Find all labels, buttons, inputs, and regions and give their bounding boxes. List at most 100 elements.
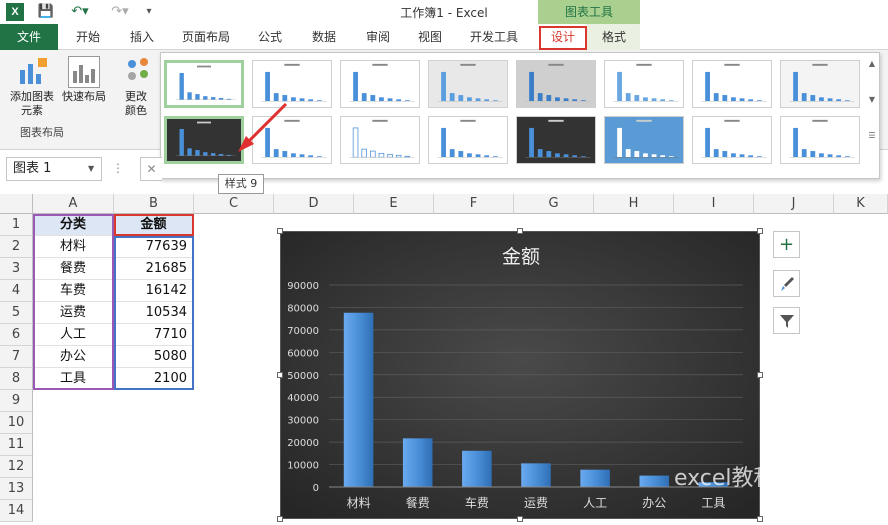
resize-handle[interactable] xyxy=(517,228,523,234)
amount-cell[interactable]: 5080 xyxy=(114,346,194,368)
y-tick-label: 70000 xyxy=(287,326,319,337)
column-header-E[interactable]: E xyxy=(354,194,434,214)
column-header-B[interactable]: B xyxy=(114,194,194,214)
resize-handle[interactable] xyxy=(757,516,763,522)
category-cell[interactable]: 人工 xyxy=(33,324,114,346)
category-cell[interactable]: 材料 xyxy=(33,236,114,258)
column-header-C[interactable]: C xyxy=(194,194,274,214)
amount-cell[interactable]: 7710 xyxy=(114,324,194,346)
bar xyxy=(580,469,610,487)
amount-cell[interactable]: 21685 xyxy=(114,258,194,280)
row-header-2[interactable]: 2 xyxy=(0,236,33,258)
row-header-3[interactable]: 3 xyxy=(0,258,33,280)
change-colors-icon[interactable] xyxy=(124,56,156,88)
chart-elements-plus-icon[interactable]: + xyxy=(773,231,800,258)
category-cell[interactable]: 餐费 xyxy=(33,258,114,280)
bar xyxy=(639,475,670,487)
bar xyxy=(462,450,492,487)
chart-style-thumbnail-6[interactable] xyxy=(604,60,684,108)
chart-style-thumbnail-4[interactable] xyxy=(428,60,508,108)
row-header-1[interactable]: 1 xyxy=(0,214,33,236)
chart-style-thumbnail-8[interactable] xyxy=(780,60,860,108)
header-cell-category[interactable]: 分类 xyxy=(33,214,114,236)
bar xyxy=(521,463,551,487)
chart-style-thumbnail-13[interactable] xyxy=(516,116,596,164)
x-tick-label: 车费 xyxy=(465,495,489,510)
gallery-scrollbar[interactable]: ▲ ▼ ☰ xyxy=(866,58,878,176)
column-header-J[interactable]: J xyxy=(754,194,834,214)
tab-page-layout[interactable]: 页面布局 xyxy=(174,24,238,50)
red-arrow-annotation xyxy=(220,100,290,160)
row-header-7[interactable]: 7 xyxy=(0,346,33,368)
tab-review[interactable]: 审阅 xyxy=(356,24,400,50)
chart-style-thumbnail-12[interactable] xyxy=(428,116,508,164)
add-chart-element-label[interactable]: 添加图表 xyxy=(4,90,60,104)
row-header-14[interactable]: 14 xyxy=(0,500,33,522)
category-cell[interactable]: 运费 xyxy=(33,302,114,324)
tab-file[interactable]: 文件 xyxy=(0,24,58,50)
chart-style-thumbnail-11[interactable] xyxy=(340,116,420,164)
row-header-5[interactable]: 5 xyxy=(0,302,33,324)
quick-layout-icon[interactable] xyxy=(68,56,100,88)
resize-handle[interactable] xyxy=(277,516,283,522)
amount-cell[interactable]: 16142 xyxy=(114,280,194,302)
row-header-9[interactable]: 9 xyxy=(0,390,33,412)
row-header-8[interactable]: 8 xyxy=(0,368,33,390)
row-header-13[interactable]: 13 xyxy=(0,478,33,500)
amount-cell[interactable]: 10534 xyxy=(114,302,194,324)
resize-handle[interactable] xyxy=(277,228,283,234)
amount-cell[interactable]: 77639 xyxy=(114,236,194,258)
category-cell[interactable]: 办公 xyxy=(33,346,114,368)
resize-handle[interactable] xyxy=(277,372,283,378)
resize-handle[interactable] xyxy=(757,228,763,234)
cancel-formula-icon[interactable]: ✕ xyxy=(140,157,162,181)
resize-handle[interactable] xyxy=(517,516,523,522)
chart-style-thumbnail-7[interactable] xyxy=(692,60,772,108)
chart-style-thumbnail-3[interactable] xyxy=(340,60,420,108)
resize-handle[interactable] xyxy=(757,372,763,378)
tab-view[interactable]: 视图 xyxy=(408,24,452,50)
column-header-A[interactable]: A xyxy=(33,194,114,214)
header-cell-amount[interactable]: 金额 xyxy=(114,214,194,236)
row-header-12[interactable]: 12 xyxy=(0,456,33,478)
amount-cell[interactable]: 2100 xyxy=(114,368,194,390)
watermark-text: excel教程 xyxy=(674,466,776,491)
row-header-6[interactable]: 6 xyxy=(0,324,33,346)
x-tick-label: 材料 xyxy=(347,496,371,510)
chart-style-thumbnail-14[interactable] xyxy=(604,116,684,164)
name-box-dropdown-icon[interactable]: ▼ xyxy=(88,157,100,181)
row-header-11[interactable]: 11 xyxy=(0,434,33,456)
chart-filters-funnel-icon[interactable] xyxy=(773,307,800,334)
column-header-D[interactable]: D xyxy=(274,194,354,214)
add-chart-element-label-2[interactable]: 元素 xyxy=(4,104,60,118)
chart-styles-brush-icon[interactable] xyxy=(773,270,800,297)
category-cell[interactable]: 车费 xyxy=(33,280,114,302)
row-header-4[interactable]: 4 xyxy=(0,280,33,302)
select-all-corner[interactable] xyxy=(0,194,33,214)
tab-format[interactable]: 格式 xyxy=(590,24,638,50)
column-header-G[interactable]: G xyxy=(514,194,594,214)
tab-formulas[interactable]: 公式 xyxy=(248,24,292,50)
column-header-K[interactable]: K xyxy=(834,194,888,214)
tab-data[interactable]: 数据 xyxy=(302,24,346,50)
y-tick-label: 10000 xyxy=(287,461,319,472)
change-colors-label[interactable]: 更改 xyxy=(114,90,158,104)
column-header-I[interactable]: I xyxy=(674,194,754,214)
tab-insert[interactable]: 插入 xyxy=(120,24,164,50)
tab-developer[interactable]: 开发工具 xyxy=(462,24,526,50)
x-tick-label: 运费 xyxy=(524,496,548,510)
category-cell[interactable]: 工具 xyxy=(33,368,114,390)
chart-style-thumbnail-5[interactable] xyxy=(516,60,596,108)
row-header-10[interactable]: 10 xyxy=(0,412,33,434)
tab-home[interactable]: 开始 xyxy=(66,24,110,50)
column-header-F[interactable]: F xyxy=(434,194,514,214)
add-chart-element-icon[interactable] xyxy=(16,56,48,88)
change-colors-label-2[interactable]: 颜色 xyxy=(114,104,158,118)
chart-style-thumbnail-16[interactable] xyxy=(780,116,860,164)
quick-layout-label[interactable]: 快速布局 xyxy=(58,90,110,104)
y-tick-label: 60000 xyxy=(287,348,319,359)
y-tick-label: 40000 xyxy=(287,393,319,404)
chart-style-thumbnail-15[interactable] xyxy=(692,116,772,164)
tab-design[interactable]: 设计 xyxy=(539,24,587,50)
column-header-H[interactable]: H xyxy=(594,194,674,214)
